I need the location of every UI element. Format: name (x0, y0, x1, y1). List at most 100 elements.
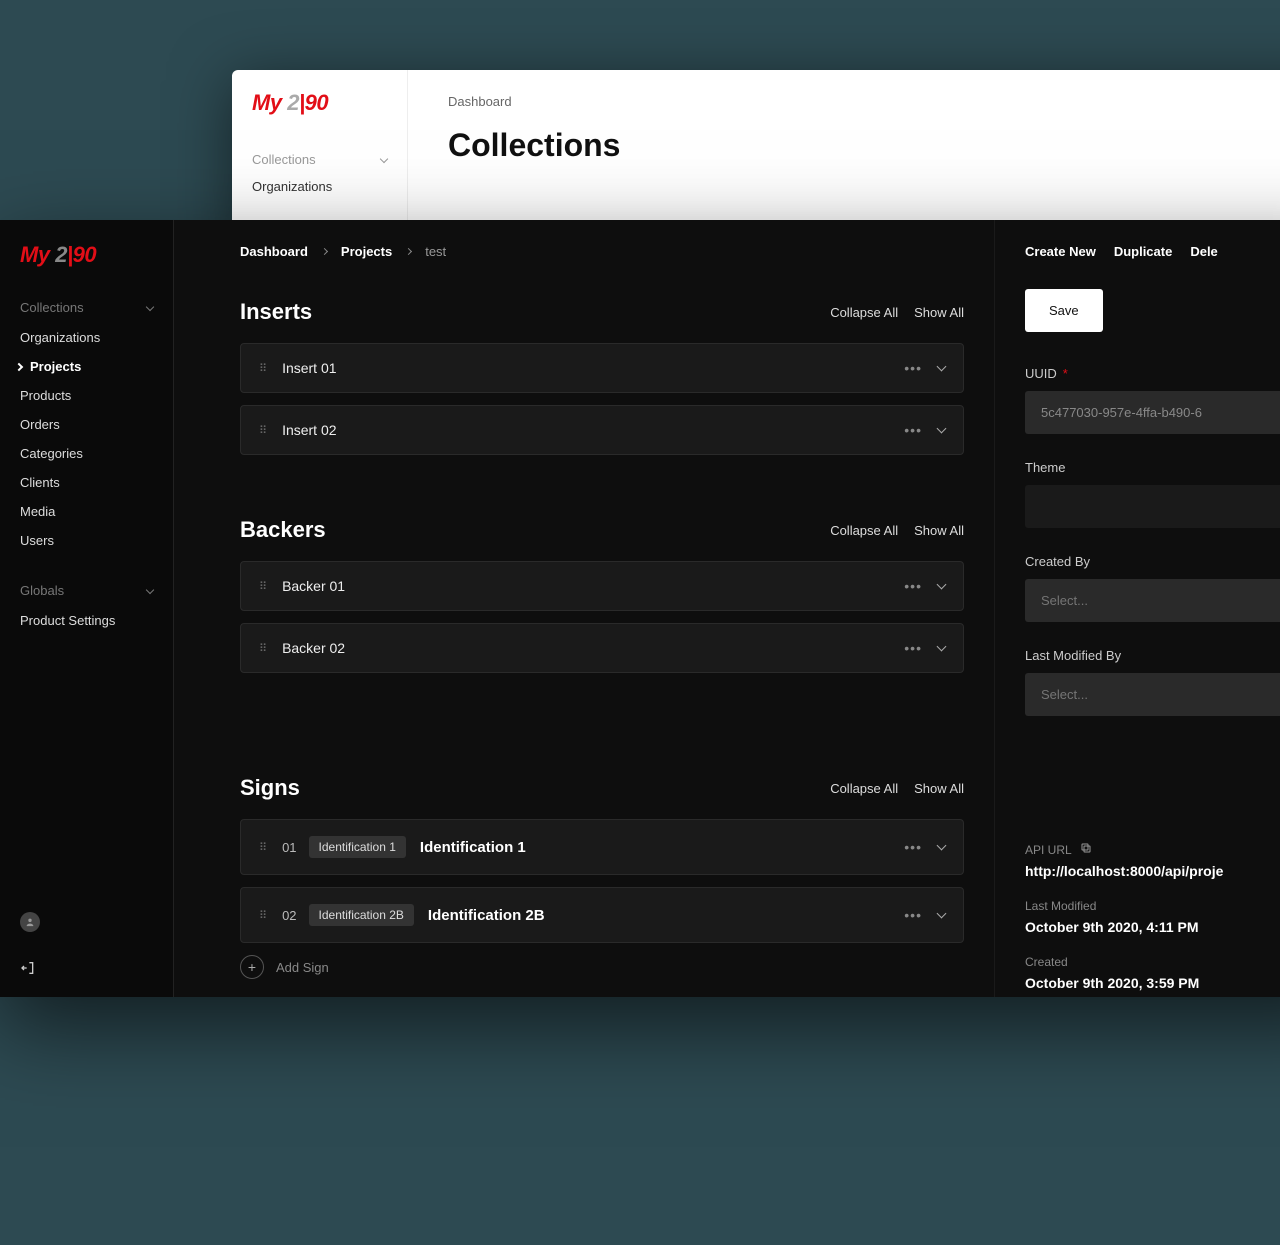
row-chip: Identification 2B (309, 904, 414, 926)
dark-app: My 2|90 Collections Organizations Projec… (0, 220, 1280, 997)
chevron-right-icon (405, 248, 412, 255)
light-nav-organizations[interactable]: Organizations (252, 173, 387, 200)
row-title: Identification 2B (428, 907, 545, 924)
more-icon[interactable]: ••• (904, 640, 922, 656)
crumb-dashboard[interactable]: Dashboard (240, 244, 308, 259)
row-index: 02 (282, 908, 296, 923)
inserts-title: Inserts (240, 299, 312, 325)
chevron-down-icon[interactable] (937, 642, 947, 652)
create-new-button[interactable]: Create New (1025, 244, 1096, 259)
crumb-projects[interactable]: Projects (341, 244, 392, 259)
light-nav-collections[interactable]: Collections (252, 146, 387, 173)
nav-categories[interactable]: Categories (0, 439, 173, 468)
more-icon[interactable]: ••• (904, 907, 922, 923)
last-modified-label: Last Modified (1025, 899, 1280, 913)
row-chip: Identification 1 (309, 836, 406, 858)
signs-show-all[interactable]: Show All (914, 781, 964, 796)
theme-label: Theme (1025, 460, 1280, 475)
backers-header: Backers Collapse All Show All (240, 517, 964, 543)
created-by-label: Created By (1025, 554, 1280, 569)
logout-icon (20, 960, 36, 976)
nav-clients[interactable]: Clients (0, 468, 173, 497)
plus-icon: + (240, 955, 264, 979)
theme-input[interactable] (1025, 485, 1280, 528)
chevron-down-icon[interactable] (937, 909, 947, 919)
created-label: Created (1025, 955, 1280, 969)
drag-handle-icon[interactable]: ⠿ (259, 424, 268, 437)
save-button[interactable]: Save (1025, 289, 1103, 332)
chevron-down-icon[interactable] (937, 424, 947, 434)
brand-logo: My 2|90 (0, 220, 173, 292)
more-icon[interactable]: ••• (904, 578, 922, 594)
backers-title: Backers (240, 517, 326, 543)
last-modified-value: October 9th 2020, 4:11 PM (1025, 919, 1280, 935)
chevron-right-icon (15, 362, 23, 370)
sign-row[interactable]: ⠿ 02 Identification 2B Identification 2B… (240, 887, 964, 943)
modified-by-label: Last Modified By (1025, 648, 1280, 663)
chevron-down-icon (146, 585, 154, 593)
insert-row[interactable]: ⠿ Insert 02 ••• (240, 405, 964, 455)
api-url-value: http://localhost:8000/api/proje (1025, 863, 1280, 879)
nav-globals-header[interactable]: Globals (0, 575, 173, 606)
nav-orders[interactable]: Orders (0, 410, 173, 439)
inserts-collapse-all[interactable]: Collapse All (830, 305, 898, 320)
row-label: Backer 02 (282, 640, 345, 656)
drag-handle-icon[interactable]: ⠿ (259, 642, 268, 655)
signs-collapse-all[interactable]: Collapse All (830, 781, 898, 796)
duplicate-button[interactable]: Duplicate (1114, 244, 1173, 259)
chevron-down-icon[interactable] (937, 841, 947, 851)
chevron-down-icon (146, 302, 154, 310)
light-page-title: Collections (448, 127, 1280, 164)
inserts-show-all[interactable]: Show All (914, 305, 964, 320)
drag-handle-icon[interactable]: ⠿ (259, 580, 268, 593)
drag-handle-icon[interactable]: ⠿ (259, 909, 268, 922)
nav-projects[interactable]: Projects (0, 352, 173, 381)
avatar[interactable] (20, 912, 40, 932)
delete-button[interactable]: Dele (1190, 244, 1217, 259)
copy-icon[interactable] (1080, 842, 1092, 857)
more-icon[interactable]: ••• (904, 839, 922, 855)
row-title: Identification 1 (420, 839, 526, 856)
created-by-select[interactable] (1025, 579, 1280, 622)
breadcrumb: Dashboard Projects test (240, 244, 964, 259)
add-sign-button[interactable]: + Add Sign (240, 955, 964, 979)
backers-collapse-all[interactable]: Collapse All (830, 523, 898, 538)
backer-row[interactable]: ⠿ Backer 01 ••• (240, 561, 964, 611)
nav-product-settings[interactable]: Product Settings (0, 606, 173, 635)
insert-row[interactable]: ⠿ Insert 01 ••• (240, 343, 964, 393)
nav-collections-header[interactable]: Collections (0, 292, 173, 323)
nav-media[interactable]: Media (0, 497, 173, 526)
signs-header: Signs Collapse All Show All (240, 775, 964, 801)
nav-products[interactable]: Products (0, 381, 173, 410)
user-icon (25, 917, 35, 927)
crumb-current: test (425, 244, 446, 259)
created-value: October 9th 2020, 3:59 PM (1025, 975, 1280, 991)
chevron-down-icon (380, 154, 388, 162)
more-icon[interactable]: ••• (904, 360, 922, 376)
row-label: Backer 01 (282, 578, 345, 594)
chevron-down-icon[interactable] (937, 362, 947, 372)
detail-panel: Create New Duplicate Dele Save UUID* The… (995, 220, 1280, 997)
drag-handle-icon[interactable]: ⠿ (259, 841, 268, 854)
backers-show-all[interactable]: Show All (914, 523, 964, 538)
light-breadcrumb[interactable]: Dashboard (448, 94, 1280, 109)
modified-by-select[interactable] (1025, 673, 1280, 716)
chevron-down-icon[interactable] (937, 580, 947, 590)
uuid-input[interactable] (1025, 391, 1280, 434)
sign-row[interactable]: ⠿ 01 Identification 1 Identification 1 •… (240, 819, 964, 875)
logout-button[interactable] (20, 960, 153, 981)
sidebar: My 2|90 Collections Organizations Projec… (0, 220, 174, 997)
nav-users[interactable]: Users (0, 526, 173, 555)
more-icon[interactable]: ••• (904, 422, 922, 438)
signs-title: Signs (240, 775, 300, 801)
inserts-header: Inserts Collapse All Show All (240, 299, 964, 325)
uuid-label: UUID* (1025, 366, 1280, 381)
row-label: Insert 01 (282, 360, 336, 376)
brand-logo-light: My 2|90 (252, 90, 387, 116)
drag-handle-icon[interactable]: ⠿ (259, 362, 268, 375)
nav-organizations[interactable]: Organizations (0, 323, 173, 352)
row-index: 01 (282, 840, 296, 855)
main-content: Dashboard Projects test Inserts Collapse… (174, 220, 995, 997)
backer-row[interactable]: ⠿ Backer 02 ••• (240, 623, 964, 673)
api-url-label: API URL (1025, 842, 1280, 857)
